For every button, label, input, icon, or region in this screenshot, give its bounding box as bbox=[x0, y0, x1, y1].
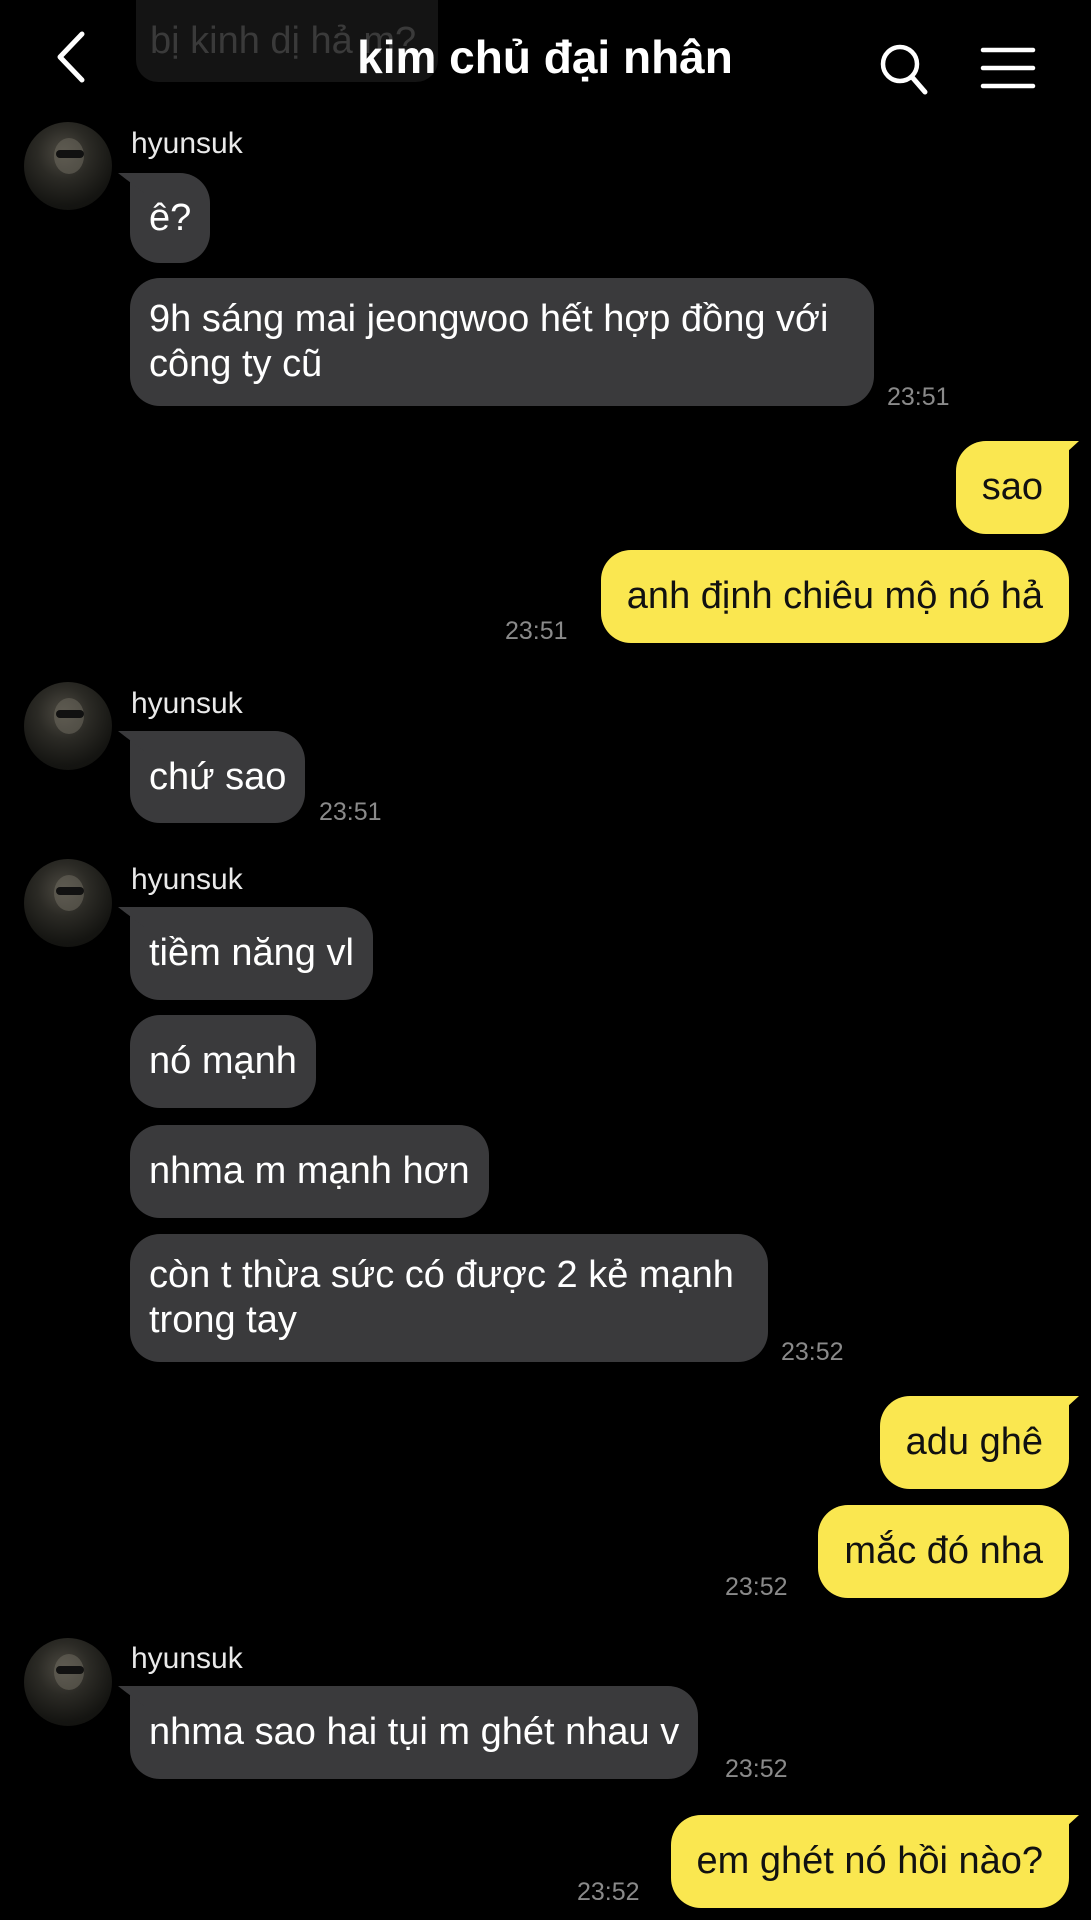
message-timestamp: 23:51 bbox=[319, 798, 382, 826]
message-bubble-sent[interactable]: adu ghê bbox=[879, 1396, 1069, 1489]
message-timestamp: 23:52 bbox=[725, 1573, 788, 1601]
message-text-line: trong tay bbox=[149, 1299, 297, 1341]
hamburger-menu-icon bbox=[980, 47, 1036, 89]
message-text-line: 9h sáng mai jeongwoo hết hợp đồng với bbox=[149, 298, 829, 340]
search-button[interactable] bbox=[878, 42, 930, 98]
message-text: mắc đó nha bbox=[844, 1530, 1043, 1572]
message-text: anh định chiêu mộ nó hả bbox=[626, 575, 1043, 617]
message-bubble-received[interactable]: chứ sao bbox=[130, 731, 306, 823]
message-text: chứ sao bbox=[149, 755, 287, 798]
message-text: ê? bbox=[149, 196, 192, 239]
message-bubble-received[interactable]: tiềm năng vl bbox=[130, 907, 373, 1000]
avatar[interactable] bbox=[24, 122, 112, 210]
message-text: sao bbox=[981, 466, 1043, 508]
message-timestamp: 23:52 bbox=[577, 1878, 640, 1906]
avatar[interactable] bbox=[24, 1638, 112, 1726]
message-bubble-received[interactable]: nhma m mạnh hơn bbox=[130, 1125, 489, 1218]
chevron-left-icon bbox=[57, 31, 85, 83]
message-bubble-sent[interactable]: mắc đó nha bbox=[818, 1505, 1069, 1598]
message-bubble-sent[interactable]: em ghét nó hồi nào? bbox=[670, 1815, 1069, 1908]
avatar[interactable] bbox=[24, 859, 112, 947]
chat-title: kim chủ đại nhân bbox=[357, 31, 733, 83]
sender-name: hyunsuk bbox=[131, 687, 243, 720]
message-bubble-sent[interactable]: anh định chiêu mộ nó hả bbox=[600, 550, 1069, 643]
message-bubble-received[interactable]: nó mạnh bbox=[130, 1015, 316, 1108]
message-bubble-received[interactable]: 9h sáng mai jeongwoo hết hợp đồng với cô… bbox=[130, 278, 874, 406]
message-timestamp: 23:52 bbox=[781, 1338, 844, 1366]
message-text: nó mạnh bbox=[149, 1040, 297, 1082]
message-bubble-received[interactable]: còn t thừa sức có được 2 kẻ mạnh trong t… bbox=[130, 1234, 768, 1362]
sender-name: hyunsuk bbox=[131, 863, 243, 896]
chat-header: bị kinh dị hả m? kim chủ đại nhân bbox=[0, 0, 1091, 120]
back-button[interactable] bbox=[48, 26, 100, 90]
message-timestamp: 23:51 bbox=[505, 617, 568, 645]
search-icon bbox=[880, 44, 928, 95]
message-text: nhma m mạnh hơn bbox=[149, 1150, 470, 1192]
message-text: nhma sao hai tụi m ghét nhau v bbox=[149, 1711, 680, 1753]
sender-name: hyunsuk bbox=[131, 127, 243, 160]
message-bubble-sent[interactable]: sao bbox=[955, 441, 1069, 534]
message-text: em ghét nó hồi nào? bbox=[696, 1840, 1044, 1882]
message-text-line: công ty cũ bbox=[149, 343, 323, 385]
message-text-line: còn t thừa sức có được 2 kẻ mạnh bbox=[149, 1254, 734, 1296]
message-text: tiềm năng vl bbox=[149, 932, 354, 974]
message-bubble-received[interactable]: ê? bbox=[130, 173, 211, 263]
sender-name: hyunsuk bbox=[131, 1642, 243, 1675]
avatar[interactable] bbox=[24, 682, 112, 770]
message-bubble-received[interactable]: nhma sao hai tụi m ghét nhau v bbox=[130, 1686, 699, 1779]
message-text: adu ghê bbox=[905, 1421, 1043, 1463]
message-timestamp: 23:52 bbox=[725, 1755, 788, 1783]
menu-button[interactable] bbox=[980, 46, 1036, 90]
message-timestamp: 23:51 bbox=[887, 383, 950, 411]
